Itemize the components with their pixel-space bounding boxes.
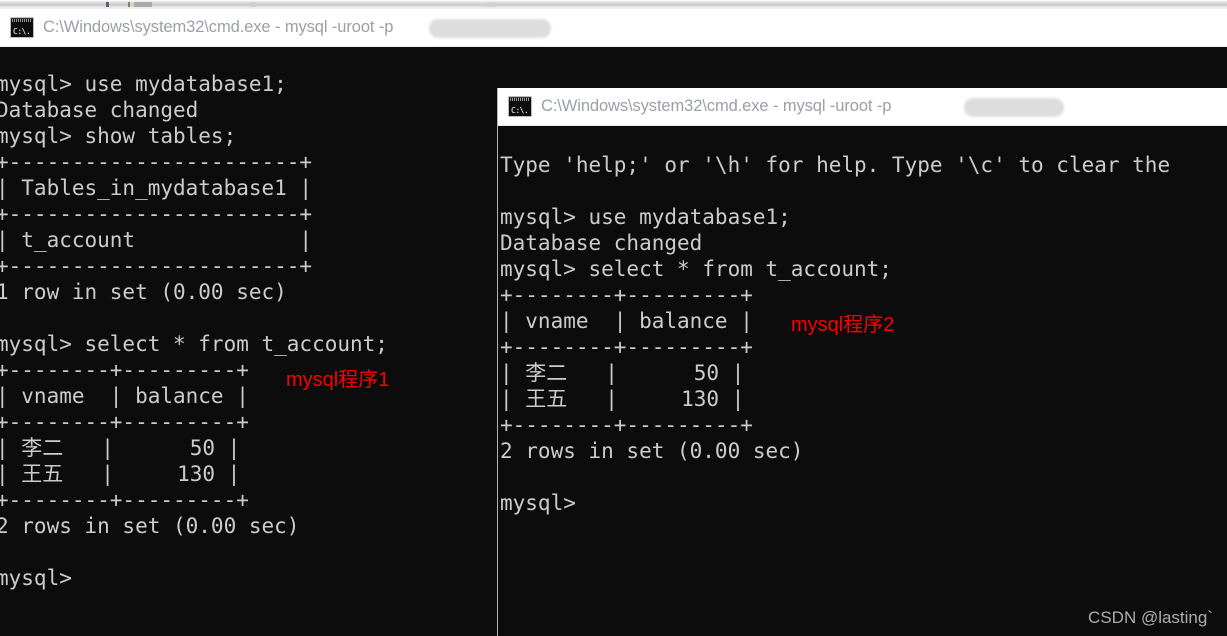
sliver-mark [487, 2, 496, 7]
password-redaction [429, 19, 551, 38]
window-2-titlebar[interactable]: C:\Windows\system32\cmd.exe - mysql -uro… [498, 88, 1227, 126]
cmd-icon [508, 96, 532, 117]
cmd-icon [10, 17, 34, 38]
password-redaction [964, 98, 1064, 117]
watermark: CSDN @lasting` [1088, 608, 1213, 627]
background-window-sliver [0, 0, 1227, 9]
sliver-mark [106, 2, 109, 7]
annotation-mysql-program-1: mysql程序1 [286, 369, 390, 391]
screenshot-root: C:\Windows\system32\cmd.exe - mysql -uro… [0, 0, 1227, 636]
window-2-title: C:\Windows\system32\cmd.exe - mysql -uro… [541, 97, 892, 115]
sliver-mark [128, 2, 130, 7]
sliver-mark [250, 2, 256, 7]
window-1-terminal-output: mysql> use mydatabase1; Database changed… [0, 72, 388, 590]
sliver-mark [134, 2, 152, 7]
cmd-window-2[interactable]: C:\Windows\system32\cmd.exe - mysql -uro… [497, 88, 1227, 636]
window-2-console-body[interactable]: Type 'help;' or '\h' for help. Type '\c'… [498, 126, 1227, 636]
window-1-title: C:\Windows\system32\cmd.exe - mysql -uro… [43, 18, 394, 36]
window-1-titlebar[interactable]: C:\Windows\system32\cmd.exe - mysql -uro… [0, 9, 1227, 47]
annotation-mysql-program-2: mysql程序2 [791, 314, 895, 336]
